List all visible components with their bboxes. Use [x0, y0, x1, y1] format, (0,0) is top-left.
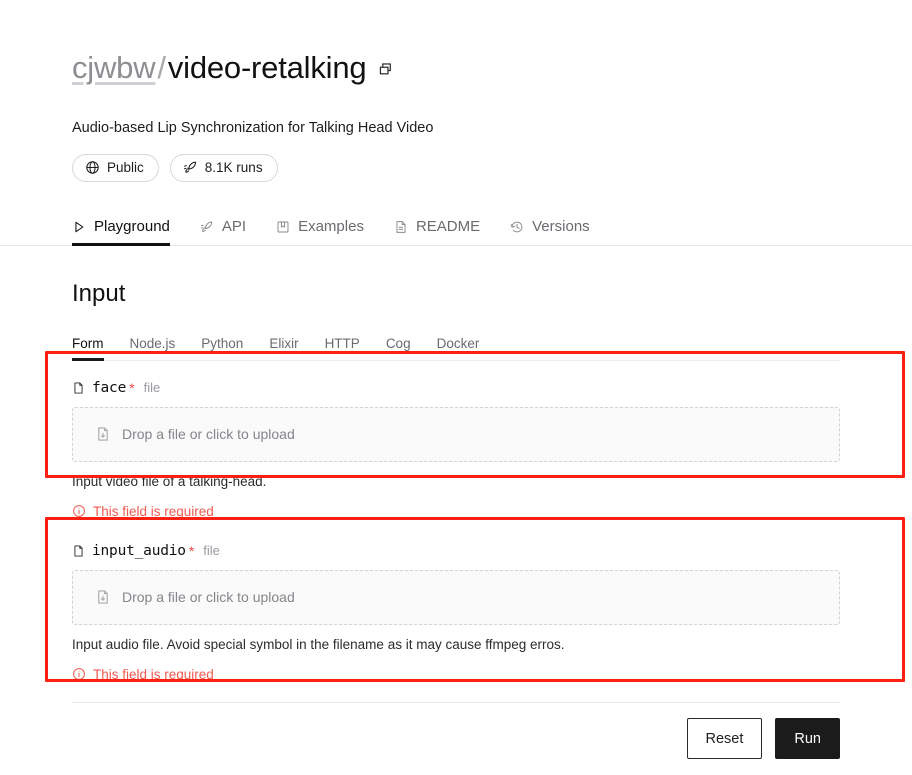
- tab-readme-label: README: [415, 217, 481, 235]
- tab-versions-label: Versions: [532, 217, 590, 235]
- field-input-audio: input_audio * file Drop a file or click …: [72, 520, 840, 683]
- badge-runs: 8.1K runs: [169, 153, 278, 182]
- field-face-required-marker: *: [129, 379, 135, 396]
- file-icon: [72, 544, 85, 558]
- model-page: cjwbw/video-retalking Audio-based Lip Sy…: [0, 0, 912, 775]
- field-face-label: face * file: [72, 379, 840, 397]
- tab-examples-label: Examples: [298, 217, 364, 235]
- badge-list: Public 8.1K runs: [72, 153, 912, 182]
- footer-divider: [72, 702, 840, 703]
- field-face-dropzone-text: Drop a file or click to upload: [122, 426, 295, 443]
- lang-tab-form[interactable]: Form: [72, 336, 104, 361]
- field-face: face * file Drop a file or click to uplo…: [72, 361, 840, 520]
- reset-button[interactable]: Reset: [686, 718, 763, 759]
- info-circle-icon: [72, 504, 86, 518]
- field-input-audio-dropzone[interactable]: Drop a file or click to upload: [72, 569, 840, 625]
- field-input-audio-name: input_audio: [92, 542, 186, 559]
- file-upload-icon: [95, 589, 111, 605]
- field-input-audio-label: input_audio * file: [72, 542, 840, 560]
- tab-examples[interactable]: Examples: [276, 218, 364, 245]
- run-button[interactable]: Run: [775, 718, 840, 759]
- primary-nav-tabs: Playground API Examples README Versions: [0, 208, 912, 246]
- field-face-error: This field is required: [72, 503, 840, 520]
- lang-tab-python[interactable]: Python: [201, 336, 243, 360]
- badge-visibility: Public: [72, 153, 159, 182]
- field-input-audio-error-text: This field is required: [93, 666, 214, 682]
- field-face-name: face: [92, 379, 127, 396]
- file-icon: [72, 381, 85, 395]
- lang-tab-elixir[interactable]: Elixir: [269, 336, 298, 360]
- owner-link[interactable]: cjwbw: [72, 50, 156, 85]
- field-input-audio-type: file: [203, 542, 220, 558]
- lang-tab-nodejs[interactable]: Node.js: [130, 336, 176, 360]
- form-actions: Reset Run: [686, 718, 840, 759]
- bookmark-icon: [276, 220, 290, 234]
- tab-versions[interactable]: Versions: [510, 218, 590, 245]
- field-face-dropzone[interactable]: Drop a file or click to upload: [72, 406, 840, 462]
- field-input-audio-error: This field is required: [72, 666, 840, 683]
- tab-playground-label: Playground: [94, 217, 170, 235]
- tab-api-label: API: [221, 217, 247, 235]
- page-title: cjwbw/video-retalking: [72, 49, 367, 87]
- field-input-audio-dropzone-text: Drop a file or click to upload: [122, 589, 295, 606]
- field-face-type: file: [143, 379, 161, 395]
- page-header: cjwbw/video-retalking Audio-based Lip Sy…: [0, 0, 912, 182]
- document-icon: [394, 220, 408, 234]
- history-icon: [510, 220, 524, 234]
- badge-visibility-label: Public: [107, 159, 144, 175]
- tab-api[interactable]: API: [200, 218, 246, 245]
- file-upload-icon: [95, 426, 111, 442]
- field-face-error-text: This field is required: [93, 503, 214, 519]
- badge-runs-label: 8.1K runs: [204, 159, 263, 175]
- tab-playground[interactable]: Playground: [72, 217, 170, 246]
- language-tabs: Form Node.js Python Elixir HTTP Cog Dock…: [72, 331, 840, 361]
- model-tagline: Audio-based Lip Synchronization for Talk…: [72, 119, 434, 136]
- globe-icon: [85, 160, 100, 175]
- title-separator: /: [157, 49, 166, 85]
- input-section-title: Input: [72, 279, 126, 307]
- play-icon: [72, 220, 86, 234]
- lang-tab-docker[interactable]: Docker: [437, 336, 480, 360]
- copy-icon[interactable]: [378, 62, 393, 77]
- main-content: Input Form Node.js Python Elixir HTTP Co…: [0, 279, 912, 683]
- field-input-audio-required-marker: *: [188, 542, 195, 559]
- tab-readme[interactable]: README: [394, 218, 480, 245]
- field-face-help: Input video file of a talking-head.: [72, 473, 267, 489]
- field-input-audio-help: Input audio file. Avoid special symbol i…: [72, 636, 565, 652]
- model-name: video-retalking: [167, 49, 367, 85]
- lang-tab-http[interactable]: HTTP: [325, 336, 360, 360]
- rocket-icon: [200, 220, 214, 234]
- lang-tab-cog[interactable]: Cog: [386, 336, 411, 360]
- title-row: cjwbw/video-retalking: [72, 28, 912, 108]
- info-circle-icon: [72, 667, 86, 681]
- rocket-icon: [183, 160, 198, 175]
